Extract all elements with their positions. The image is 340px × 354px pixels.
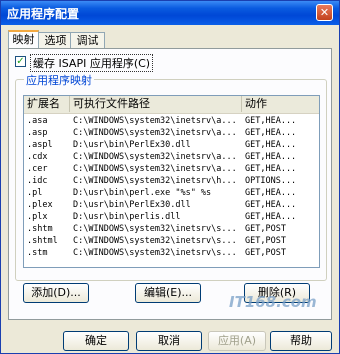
add-button[interactable]: 添加(D)... bbox=[23, 283, 89, 303]
table-row[interactable]: .aspl D:\usr\bin\PerlEx30.dll GET,HEA... bbox=[24, 139, 319, 151]
cell-extension: .aspl bbox=[27, 140, 53, 150]
table-row[interactable]: .plx D:\usr\bin\perlis.dll GET,HEA... bbox=[24, 211, 319, 223]
mappings-tab-panel: ✓ 缓存 ISAPI 应用程序(C) 应用程序映射 扩展名 可执行文件路径 动作… bbox=[8, 48, 332, 320]
cell-executable-path: C:\WINDOWS\system32\inetsrv\a... bbox=[73, 116, 237, 126]
cell-verbs: GET,HEA... bbox=[245, 164, 297, 174]
title-bar[interactable]: 应用程序配置 ✕ bbox=[1, 1, 339, 25]
cell-executable-path: C:\WINDOWS\system32\inetsrv\h... bbox=[73, 176, 237, 186]
cell-verbs: GET,POST bbox=[245, 236, 286, 246]
cancel-button[interactable]: 取消 bbox=[136, 331, 202, 351]
cell-extension: .shtm bbox=[27, 224, 53, 234]
cell-extension: .asp bbox=[27, 128, 48, 138]
table-row[interactable]: .asa C:\WINDOWS\system32\inetsrv\a... GET,… bbox=[24, 115, 319, 127]
tab-options[interactable]: 选项 bbox=[38, 32, 73, 48]
window-title: 应用程序配置 bbox=[7, 7, 80, 21]
column-header-extension[interactable]: 扩展名 bbox=[24, 96, 70, 112]
cell-extension: .stm bbox=[27, 248, 48, 258]
cell-extension: .cer bbox=[27, 164, 48, 174]
help-button[interactable]: 帮助 bbox=[270, 331, 332, 351]
cell-extension: .pl bbox=[27, 188, 43, 198]
cell-verbs: GET,HEA... bbox=[245, 116, 297, 126]
cell-extension: .asa bbox=[27, 116, 48, 126]
cell-extension: .idc bbox=[27, 176, 48, 186]
cell-executable-path: C:\WINDOWS\system32\inetsrv\a... bbox=[73, 164, 237, 174]
apply-button[interactable]: 应用(A) bbox=[208, 331, 266, 351]
group-label: 应用程序映射 bbox=[24, 72, 94, 88]
checkmark-icon: ✓ bbox=[16, 56, 25, 67]
mappings-list[interactable]: 扩展名 可执行文件路径 动作 .asa C:\WINDOWS\system32\i… bbox=[23, 95, 320, 268]
table-row[interactable]: .shtml C:\WINDOWS\system32\inetsrv\s... GE… bbox=[24, 235, 319, 247]
cell-verbs: OPTIONS... bbox=[245, 176, 297, 186]
cell-executable-path: C:\WINDOWS\system32\inetsrv\s... bbox=[73, 248, 237, 258]
watermark-logo: IT168.com bbox=[229, 293, 317, 311]
cell-verbs: GET,HEA... bbox=[245, 200, 297, 210]
table-row[interactable]: .pl D:\usr\bin\perl.exe "%s" %s GET,HEA... bbox=[24, 187, 319, 199]
table-row[interactable]: .cdx C:\WINDOWS\system32\inetsrv\a... GET,… bbox=[24, 151, 319, 163]
column-header-executable-path[interactable]: 可执行文件路径 bbox=[70, 96, 242, 112]
edit-button[interactable]: 编辑(E)... bbox=[135, 283, 201, 303]
application-configuration-dialog: 应用程序配置 ✕ 映射 选项 调试 ✓ 缓存 ISAPI 应用程序(C) 应用程… bbox=[0, 0, 340, 354]
table-row[interactable]: .idc C:\WINDOWS\system32\inetsrv\h... OPTI… bbox=[24, 175, 319, 187]
cell-verbs: GET,HEA... bbox=[245, 152, 297, 162]
cell-verbs: GET,POST bbox=[245, 248, 286, 258]
cell-extension: .plex bbox=[27, 200, 53, 210]
cache-isapi-label[interactable]: 缓存 ISAPI 应用程序(C) bbox=[30, 54, 154, 72]
cell-executable-path: C:\WINDOWS\system32\inetsrv\a... bbox=[73, 152, 237, 162]
cell-executable-path: C:\WINDOWS\system32\inetsrv\s... bbox=[73, 224, 237, 234]
cell-executable-path: D:\usr\bin\PerlEx30.dll bbox=[73, 200, 191, 210]
cell-executable-path: C:\WINDOWS\system32\inetsrv\s... bbox=[73, 236, 237, 246]
table-row[interactable]: .plex D:\usr\bin\PerlEx30.dll GET,HEA... bbox=[24, 199, 319, 211]
cell-verbs: GET,HEA... bbox=[245, 212, 297, 222]
tab-debug[interactable]: 调试 bbox=[70, 32, 105, 48]
close-icon: ✕ bbox=[319, 6, 330, 19]
cell-verbs: GET,POST bbox=[245, 224, 286, 234]
cell-extension: .shtml bbox=[27, 236, 58, 246]
tab-mappings[interactable]: 映射 bbox=[8, 30, 39, 48]
cell-executable-path: C:\WINDOWS\system32\inetsrv\a... bbox=[73, 128, 237, 138]
list-header: 扩展名 可执行文件路径 动作 bbox=[24, 96, 319, 114]
cell-extension: .cdx bbox=[27, 152, 48, 162]
table-row[interactable]: .shtm C:\WINDOWS\system32\inetsrv\s... GET… bbox=[24, 223, 319, 235]
watermark-text: IT168.com bbox=[229, 293, 317, 311]
column-header-verbs[interactable]: 动作 bbox=[242, 96, 319, 112]
cell-executable-path: D:\usr\bin\perlis.dll bbox=[73, 212, 181, 222]
cell-verbs: GET,HEA... bbox=[245, 140, 297, 150]
ok-button[interactable]: 确定 bbox=[63, 331, 129, 351]
cell-executable-path: D:\usr\bin\PerlEx30.dll bbox=[73, 140, 191, 150]
table-row[interactable]: .asp C:\WINDOWS\system32\inetsrv\a... GET,… bbox=[24, 127, 319, 139]
table-row[interactable]: .stm C:\WINDOWS\system32\inetsrv\s... GET,… bbox=[24, 247, 319, 259]
close-button[interactable]: ✕ bbox=[316, 4, 333, 21]
cell-verbs: GET,HEA... bbox=[245, 188, 297, 198]
table-row[interactable]: .cer C:\WINDOWS\system32\inetsrv\a... GET,… bbox=[24, 163, 319, 175]
cache-isapi-checkbox[interactable]: ✓ bbox=[15, 56, 26, 67]
cell-verbs: GET,HEA... bbox=[245, 128, 297, 138]
cell-extension: .plx bbox=[27, 212, 48, 222]
cell-executable-path: D:\usr\bin\perl.exe "%s" %s bbox=[73, 188, 212, 198]
